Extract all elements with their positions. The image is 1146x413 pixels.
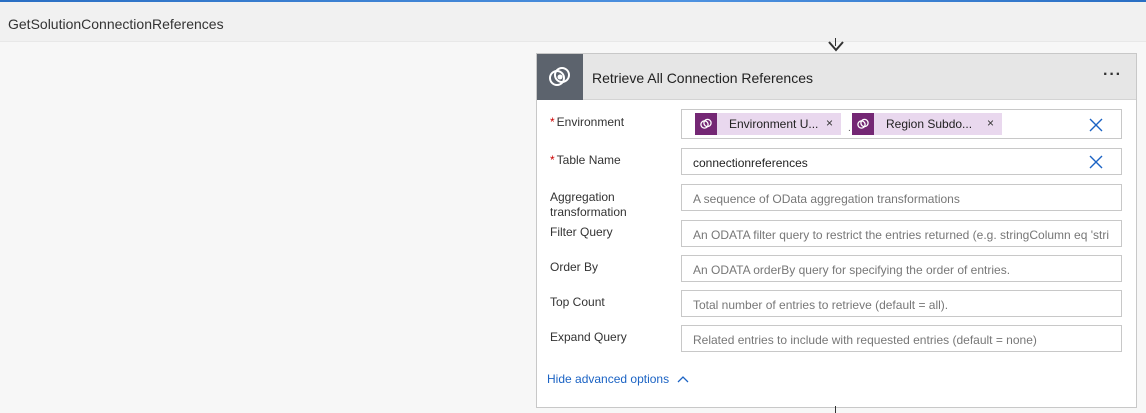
token-label: Region Subdo...	[886, 117, 973, 131]
filter-query-label: Filter Query	[550, 225, 613, 239]
required-marker: *	[550, 153, 555, 167]
action-card: Retrieve All Connection References ··· *…	[536, 53, 1137, 408]
aggregation-input[interactable]: A sequence of OData aggregation transfor…	[681, 184, 1122, 211]
token-separator: .	[848, 123, 851, 134]
order-by-input[interactable]: An ODATA orderBy query for specifying th…	[681, 255, 1122, 282]
dataverse-token-icon	[852, 113, 874, 135]
table-name-value: connectionreferences	[693, 156, 808, 170]
token-label: Environment U...	[729, 117, 819, 131]
aggregation-placeholder: A sequence of OData aggregation transfor…	[693, 192, 960, 206]
order-by-label: Order By	[550, 260, 599, 274]
expand-query-input[interactable]: Related entries to include with requeste…	[681, 325, 1122, 352]
aggregation-label-line1: Aggregation	[550, 190, 615, 204]
clear-x-icon[interactable]	[1089, 155, 1103, 169]
hide-advanced-options-link[interactable]: Hide advanced options	[547, 372, 689, 386]
arrow-down-icon	[828, 41, 844, 52]
top-count-placeholder: Total number of entries to retrieve (def…	[693, 298, 949, 312]
flow-header: GetSolutionConnectionReferences	[0, 2, 1146, 42]
table-name-label: * Table Name	[550, 153, 621, 168]
table-name-label-text: Table Name	[556, 153, 621, 167]
dataverse-icon	[537, 54, 583, 100]
table-name-field[interactable]: connectionreferences	[681, 148, 1122, 175]
filter-query-placeholder: An ODATA filter query to restrict the en…	[693, 228, 1110, 242]
remove-token-button[interactable]: ×	[987, 116, 994, 130]
top-count-input[interactable]: Total number of entries to retrieve (def…	[681, 290, 1122, 317]
aggregation-label-line2: transformation	[550, 205, 627, 219]
action-card-header[interactable]: Retrieve All Connection References ···	[537, 54, 1136, 100]
dataverse-token-icon	[695, 113, 717, 135]
region-subdomain-token[interactable]: Region Subdo... ×	[852, 113, 1002, 135]
expand-query-placeholder: Related entries to include with requeste…	[693, 333, 1037, 347]
filter-query-input[interactable]: An ODATA filter query to restrict the en…	[681, 220, 1122, 247]
clear-x-icon[interactable]	[1089, 118, 1103, 132]
environment-label: * Environment	[550, 115, 624, 130]
environment-field[interactable]: Environment U... × . Region Subdo... ×	[681, 109, 1122, 139]
required-marker: *	[550, 115, 555, 129]
expand-query-label: Expand Query	[550, 330, 627, 344]
environment-url-token[interactable]: Environment U... ×	[695, 113, 841, 135]
order-by-placeholder: An ODATA orderBy query for specifying th…	[693, 263, 1011, 277]
page-title: GetSolutionConnectionReferences	[8, 16, 224, 32]
connector-line-bottom	[835, 406, 836, 413]
remove-token-button[interactable]: ×	[826, 116, 833, 130]
environment-label-text: Environment	[556, 115, 625, 129]
top-count-label: Top Count	[550, 295, 605, 309]
action-title: Retrieve All Connection References	[592, 70, 814, 86]
chevron-up-icon	[677, 376, 689, 383]
advanced-options-label: Hide advanced options	[547, 372, 670, 386]
more-options-button[interactable]: ···	[1103, 66, 1122, 84]
aggregation-label: Aggregation transformation	[550, 190, 627, 220]
